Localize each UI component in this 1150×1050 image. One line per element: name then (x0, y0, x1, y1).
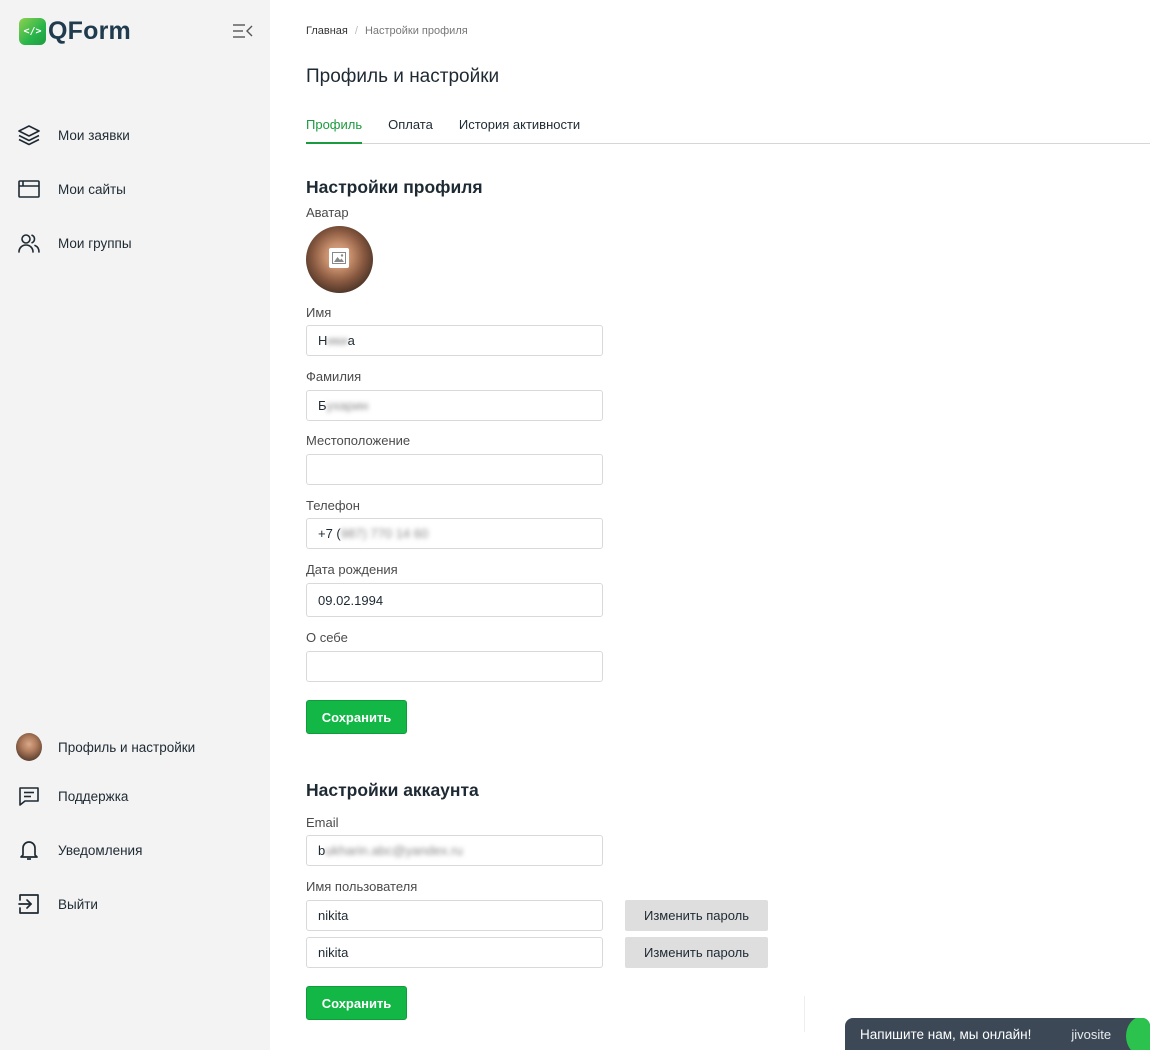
username-input[interactable]: nikita (306, 900, 603, 931)
sidebar: </> QForm Мои заявки Мои сайты Мои групп… (0, 0, 270, 1050)
first-name-label: Имя (306, 305, 332, 320)
sidebar-item-label: Мои заявки (58, 127, 130, 143)
sidebar-item-notifications[interactable]: Уведомления (16, 836, 142, 864)
email-label: Email (306, 815, 339, 830)
first-name-blurred: ики (327, 333, 348, 348)
about-input[interactable] (306, 651, 603, 682)
sidebar-item-label: Профиль и настройки (58, 739, 196, 755)
avatar-label: Аватар (306, 205, 349, 220)
sidebar-item-my-sites[interactable]: Мои сайты (16, 175, 126, 203)
username-label: Имя пользователя (306, 879, 418, 894)
username-input-second[interactable]: nikita (306, 937, 603, 968)
last-name-value: Б (318, 398, 327, 413)
birth-date-input[interactable]: 09.02.1994 (306, 583, 603, 617)
tabs: Профиль Оплата История активности (306, 114, 1150, 144)
email-input[interactable]: b ukharin.abc@yandex.ru (306, 835, 603, 866)
first-name-input[interactable]: Ники а (306, 325, 603, 356)
phone-blurred: 987) 770 14 60 (340, 526, 429, 541)
browser-window-icon (16, 176, 42, 202)
tab-profile[interactable]: Профиль (306, 114, 363, 144)
change-password-button-second[interactable]: Изменить пароль (625, 937, 768, 968)
collapse-sidebar-icon[interactable] (232, 22, 254, 40)
profile-settings-title: Настройки профиля (306, 177, 483, 197)
first-name-value: Н (318, 333, 328, 348)
location-label: Местоположение (306, 433, 411, 448)
email-value: b (318, 843, 326, 858)
phone-label: Телефон (306, 498, 360, 513)
sidebar-item-label: Уведомления (58, 842, 143, 858)
page-title: Профиль и настройки (306, 66, 500, 87)
logo-text: QForm (48, 17, 131, 45)
sidebar-item-support[interactable]: Поддержка (16, 782, 128, 810)
change-password-button[interactable]: Изменить пароль (625, 900, 768, 931)
save-account-button[interactable]: Сохранить (306, 986, 407, 1020)
breadcrumb: Главная / Настройки профиля (306, 25, 468, 37)
last-name-blurred: ухарин (326, 398, 369, 413)
first-name-tail: а (347, 333, 355, 348)
about-label: О себе (306, 630, 348, 645)
divider (804, 996, 805, 1032)
bell-icon (16, 837, 42, 863)
layers-icon (16, 122, 42, 148)
sidebar-item-label: Поддержка (58, 788, 129, 804)
sidebar-item-logout[interactable]: Выйти (16, 890, 98, 918)
avatar (16, 733, 42, 761)
chat-status-icon (1126, 1018, 1150, 1050)
birth-date-label: Дата рождения (306, 562, 398, 577)
sidebar-item-my-requests[interactable]: Мои заявки (16, 121, 130, 149)
logo-mark-icon: </> (19, 18, 46, 45)
logo[interactable]: </> QForm (19, 17, 131, 46)
save-profile-button[interactable]: Сохранить (306, 700, 407, 734)
sidebar-item-label: Мои сайты (58, 181, 126, 197)
email-blurred: ukharin.abc@yandex.ru (325, 843, 463, 858)
sidebar-item-label: Мои группы (58, 235, 132, 251)
breadcrumb-current: Настройки профиля (364, 25, 468, 37)
sidebar-item-my-groups[interactable]: Мои группы (16, 229, 132, 257)
users-icon (16, 230, 42, 256)
message-icon (16, 783, 42, 809)
chat-widget-text: Напишите нам, мы онлайн! (860, 1026, 1032, 1042)
chat-brand-logo: jivosite (1071, 1026, 1112, 1042)
tab-activity-history[interactable]: История активности (459, 114, 580, 144)
tab-payment[interactable]: Оплата (388, 114, 433, 144)
breadcrumb-home-link[interactable]: Главная (306, 25, 348, 37)
last-name-label: Фамилия (306, 369, 362, 384)
account-settings-title: Настройки аккаунта (306, 780, 479, 800)
sidebar-item-profile[interactable]: Профиль и настройки (16, 733, 195, 761)
location-input[interactable] (306, 454, 603, 485)
avatar-upload[interactable] (306, 226, 373, 293)
phone-value: +7 ( (318, 526, 341, 541)
chat-widget[interactable]: Напишите нам, мы онлайн! jivosite (845, 1018, 1150, 1050)
image-icon (329, 248, 349, 268)
phone-input[interactable]: +7 (987) 770 14 60 (306, 518, 603, 549)
breadcrumb-separator: / (354, 25, 358, 37)
last-name-input[interactable]: Бухарин (306, 390, 603, 421)
sidebar-item-label: Выйти (58, 896, 98, 912)
logout-icon (16, 891, 42, 917)
